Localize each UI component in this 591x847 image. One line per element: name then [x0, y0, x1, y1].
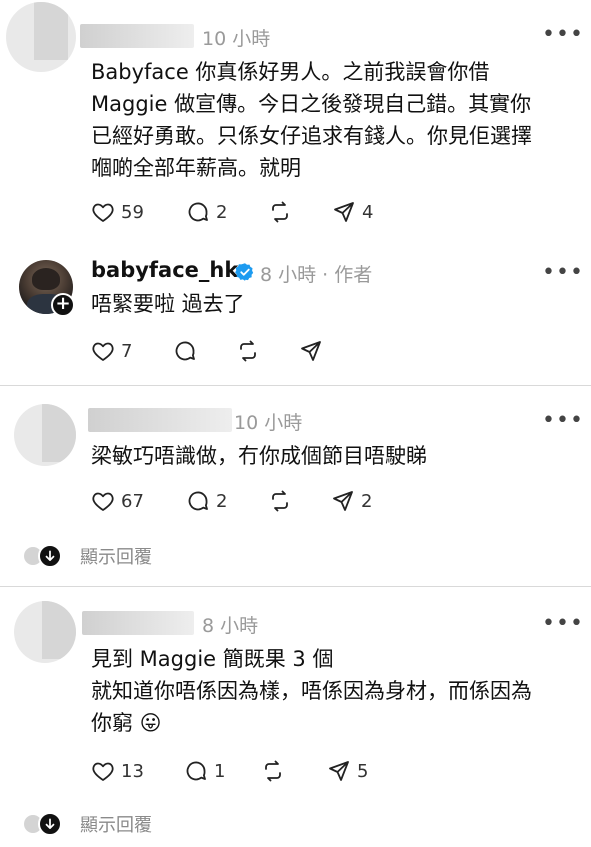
action-bar: 7	[91, 338, 351, 364]
send-icon	[333, 491, 353, 511]
like-button[interactable]: 67	[91, 488, 144, 514]
like-count: 67	[121, 490, 144, 512]
comment-text: 唔緊要啦 過去了	[91, 288, 245, 320]
more-icon[interactable]: •••	[542, 262, 584, 284]
plus-icon[interactable]: +	[51, 293, 75, 317]
comment-text: 見到 Maggie 簡既果 3 個 就知道你唔係因為樣，唔係因為身材，而係因為 …	[91, 643, 532, 739]
repost-button[interactable]	[268, 488, 292, 514]
comment-4: 8 小時 ••• 見到 Maggie 簡既果 3 個 就知道你唔係因為樣，唔係因…	[0, 587, 591, 847]
share-button[interactable]: 4	[332, 199, 373, 225]
author-meta: 8 小時 · 作者	[260, 264, 373, 286]
redacted-username[interactable]	[82, 611, 194, 635]
repost-icon	[272, 490, 288, 512]
reply-avatars	[22, 542, 68, 570]
send-icon	[301, 341, 321, 361]
share-button[interactable]: 5	[327, 758, 368, 784]
repost-icon	[240, 340, 256, 362]
show-replies-label: 顯示回覆	[80, 547, 152, 568]
avatar[interactable]	[14, 404, 76, 466]
comment-line: Maggie 做宣傳。今日之後發現自己錯。其實你	[91, 92, 532, 116]
more-icon[interactable]: •••	[542, 24, 584, 46]
heart-icon	[92, 492, 114, 511]
timestamp: 8 小時	[202, 615, 259, 637]
repost-button[interactable]	[268, 199, 292, 225]
share-button[interactable]: 2	[331, 488, 372, 514]
show-replies-button[interactable]: 顯示回覆	[22, 542, 152, 570]
show-replies-button[interactable]: 顯示回覆	[22, 810, 152, 838]
share-count: 2	[361, 490, 373, 512]
timestamp: 10 小時	[202, 28, 271, 50]
reply-count: 2	[216, 201, 228, 223]
reply-avatars	[22, 810, 68, 838]
comment-1: 10 小時 ••• Babyface 你真係好男人。之前我誤會你借 Maggie…	[0, 0, 591, 250]
comment-line: 見到 Maggie 簡既果 3 個	[91, 647, 334, 671]
comment-icon	[188, 491, 208, 511]
like-count: 59	[121, 201, 144, 223]
reply-button[interactable]: 2	[186, 199, 227, 225]
send-icon	[334, 202, 354, 222]
comment-line: 已經好勇敢。只係女仔追求有錢人。你見佢選擇	[91, 124, 532, 148]
heart-icon	[92, 203, 114, 222]
username[interactable]: babyface_hk	[91, 258, 238, 282]
like-button[interactable]: 7	[91, 338, 132, 364]
reply-count: 1	[214, 760, 226, 782]
like-button[interactable]: 13	[91, 758, 144, 784]
verified-badge-icon	[235, 263, 254, 281]
comment-icon	[188, 202, 208, 222]
repost-button[interactable]	[236, 338, 260, 364]
reply-button[interactable]: 2	[186, 488, 227, 514]
comment-line: 唔緊要啦 過去了	[91, 292, 245, 316]
comment-line: 就知道你唔係因為樣，唔係因為身材，而係因為	[91, 679, 532, 703]
heart-icon	[92, 342, 114, 361]
show-replies-label: 顯示回覆	[80, 815, 152, 836]
down-arrow-icon	[38, 812, 62, 836]
like-count: 13	[121, 760, 144, 782]
more-icon[interactable]: •••	[542, 613, 584, 635]
share-count: 4	[362, 201, 374, 223]
comment-3: 10 小時 ••• 梁敏巧唔識做，冇你成個節目唔駛睇 67 2 2 顯示回覆	[0, 386, 591, 586]
comment-icon	[186, 761, 206, 781]
repost-icon	[265, 760, 281, 782]
heart-icon	[92, 762, 114, 781]
more-icon[interactable]: •••	[542, 410, 584, 432]
action-bar: 13 1 5	[91, 758, 391, 784]
timestamp: 10 小時	[234, 412, 303, 434]
share-count: 5	[357, 760, 369, 782]
share-button[interactable]	[299, 338, 323, 364]
redacted-username[interactable]	[88, 408, 232, 432]
comment-line: 你窮 😛	[91, 711, 162, 735]
repost-button[interactable]	[261, 758, 285, 784]
comment-text: 梁敏巧唔識做，冇你成個節目唔駛睇	[91, 440, 427, 472]
comment-line: Babyface 你真係好男人。之前我誤會你借	[91, 60, 490, 84]
comment-line: 嗰啲全部年薪高。就明	[91, 156, 301, 180]
down-arrow-icon	[38, 544, 62, 568]
send-icon	[329, 761, 349, 781]
reply-button[interactable]	[173, 338, 197, 364]
like-count: 7	[121, 340, 133, 362]
avatar[interactable]	[14, 601, 76, 663]
comment-line: 梁敏巧唔識做，冇你成個節目唔駛睇	[91, 444, 427, 468]
action-bar: 67 2 2	[91, 488, 391, 514]
like-button[interactable]: 59	[91, 199, 144, 225]
comment-text: Babyface 你真係好男人。之前我誤會你借 Maggie 做宣傳。今日之後發…	[91, 56, 532, 184]
repost-icon	[272, 201, 288, 223]
action-bar: 59 2 4	[91, 199, 411, 225]
redacted-username[interactable]	[80, 24, 194, 48]
reply-button[interactable]: 1	[184, 758, 225, 784]
avatar[interactable]	[6, 2, 76, 72]
author-reply: + babyface_hk 8 小時 · 作者 ••• 唔緊要啦 過去了 7	[0, 250, 591, 385]
comment-icon	[175, 341, 195, 361]
reply-count: 2	[216, 490, 228, 512]
